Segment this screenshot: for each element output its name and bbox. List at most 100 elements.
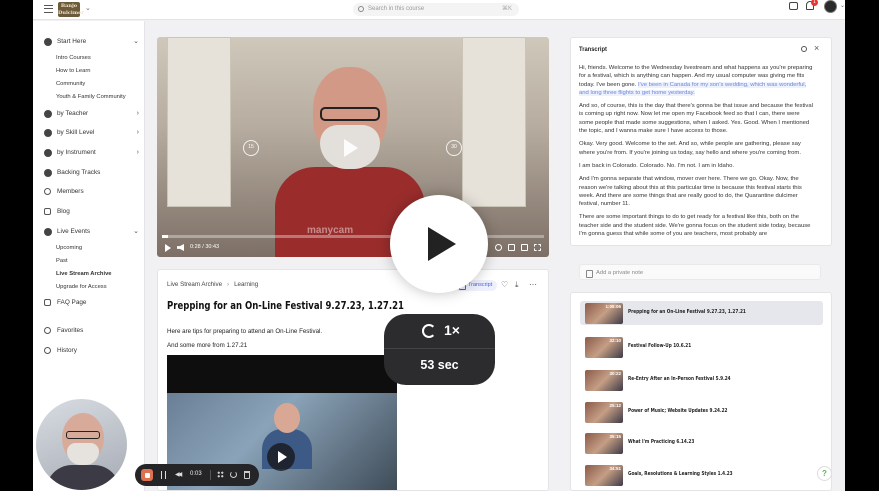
rewind-icon[interactable]: ◀◀ <box>175 471 182 478</box>
playlist-item[interactable]: 35:15 What I'm Practicing 6.14.23 <box>580 431 823 455</box>
help-button[interactable]: ? <box>817 466 832 481</box>
speed-control[interactable]: 1× <box>384 314 495 349</box>
search-placeholder: Search in this course <box>368 6 425 12</box>
sidebar-subitem[interactable]: Youth & Family Community <box>56 92 126 102</box>
playlist-item[interactable]: 30:22 Re-Entry After an In-Person Festiv… <box>580 368 823 392</box>
lesson-panel: Live Stream Archive › Learning Transcript … <box>157 269 549 491</box>
screen-edge <box>845 0 879 491</box>
transcript-body: Hi, friends. Welcome to the Wednesday li… <box>579 64 815 243</box>
grid-icon[interactable] <box>217 471 224 478</box>
recording-toolbar: ◀◀ 0:03 <box>135 464 259 486</box>
playlist-item[interactable]: 1:08:06 Prepping for an On-Line Festival… <box>580 301 823 325</box>
chevron-down-icon[interactable]: ⌄ <box>133 36 139 48</box>
course-icon <box>44 169 52 177</box>
sidebar-item-by-instrument[interactable]: by Instrument › <box>44 147 139 159</box>
sidebar-subitem[interactable]: Intro Courses <box>56 53 91 63</box>
search-input[interactable]: Search in this course ⌘K <box>353 3 519 16</box>
thumbnail: 35:15 <box>585 433 623 454</box>
transcript-paragraph: And so, of course, this is the day that … <box>579 103 813 135</box>
playlist-item[interactable]: 34:51 Goals, Resolutions & Learning Styl… <box>580 463 823 487</box>
sidebar-item-by-teacher[interactable]: by Teacher › <box>44 108 139 120</box>
breadcrumb: Live Stream Archive › Learning <box>167 281 258 288</box>
sidebar-item-history[interactable]: History <box>44 345 139 357</box>
sidebar-subitem[interactable]: Upcoming <box>56 243 82 253</box>
search-shortcut: ⌘K <box>501 6 512 12</box>
sidebar-item-faq[interactable]: FAQ Page <box>44 297 139 309</box>
history-icon <box>44 347 51 354</box>
search-icon[interactable] <box>801 46 807 52</box>
sidebar-subitem[interactable]: Community <box>56 79 85 89</box>
play-icon[interactable] <box>344 139 358 157</box>
course-icon <box>44 38 52 46</box>
sidebar-subitem[interactable]: How to Learn <box>56 66 90 76</box>
sidebar-item-members[interactable]: Members <box>44 186 139 198</box>
breadcrumb-item[interactable]: Learning <box>234 281 258 288</box>
sidebar-item-start-here[interactable]: Start Here ⌄ <box>44 36 139 48</box>
video-player[interactable]: 15 30 manycam 0:28 / 30:43 <box>157 37 549 257</box>
sidebar-item-blog[interactable]: Blog <box>44 206 139 218</box>
playlist-item[interactable]: 32:10 Festival Follow-Up 10.6.21 <box>580 335 823 359</box>
chevron-right-icon[interactable]: › <box>137 127 139 139</box>
lesson-title: Prepping for an On-Line Festival 9.27.23… <box>167 300 404 312</box>
background-door <box>462 37 526 207</box>
trash-icon[interactable] <box>244 471 250 479</box>
private-note-input[interactable]: Add a private note <box>579 264 821 280</box>
skip-back-icon[interactable]: 15 <box>243 140 259 156</box>
sidebar-item-by-skill[interactable]: by Skill Level › <box>44 127 139 139</box>
notification-badge: 1 <box>811 0 818 6</box>
chevron-down-icon[interactable]: ⌄ <box>133 226 139 238</box>
transcript-paragraph: There are some important things to do to… <box>579 214 811 238</box>
course-icon <box>44 228 52 236</box>
sidebar-subitem[interactable]: Upgrade for Access <box>56 282 107 292</box>
settings-icon[interactable] <box>495 244 502 251</box>
theater-icon[interactable] <box>521 244 528 251</box>
download-icon[interactable]: ⤓ <box>515 281 519 289</box>
chevron-right-icon[interactable]: › <box>137 108 139 120</box>
webcam-bubble[interactable] <box>35 398 128 491</box>
breadcrumb-item[interactable]: Live Stream Archive <box>167 281 222 288</box>
chevron-down-icon[interactable]: ⌄ <box>85 4 91 12</box>
heart-icon[interactable]: ♡ <box>501 281 508 289</box>
chat-icon[interactable] <box>789 2 798 10</box>
sidebar-item-live-events[interactable]: Live Events ⌄ <box>44 226 139 238</box>
video-progress-fill <box>162 235 168 238</box>
user-avatar[interactable] <box>824 0 837 13</box>
pause-icon[interactable] <box>161 471 166 479</box>
sidebar-subitem[interactable]: Past <box>56 256 68 266</box>
search-icon <box>358 6 364 12</box>
menu-icon[interactable] <box>44 5 53 13</box>
site-logo[interactable]: Banjo Dulcimer <box>58 2 84 17</box>
fullscreen-icon[interactable] <box>534 244 541 251</box>
speed-icon <box>422 324 436 338</box>
chevron-right-icon[interactable]: › <box>137 147 139 159</box>
course-icon <box>44 149 52 157</box>
thumbnail: 32:10 <box>585 337 623 358</box>
thumbnail: 30:22 <box>585 370 623 391</box>
video-controls: 0:28 / 30:43 <box>157 240 549 257</box>
playlist: 1:08:06 Prepping for an On-Line Festival… <box>570 292 832 491</box>
sidebar-item-backing-tracks[interactable]: Backing Tracks <box>44 167 139 179</box>
thumbnail: 1:08:06 <box>585 303 623 324</box>
sidebar-item-favorites[interactable]: Favorites <box>44 325 139 337</box>
transcript-panel: Transcript × Hi, friends. Welcome to the… <box>570 37 832 246</box>
play-icon[interactable] <box>267 443 295 471</box>
playback-overlay: 1× 53 sec <box>384 314 495 385</box>
volume-icon[interactable] <box>177 244 184 251</box>
transcript-paragraph: I am back in Colorado. Colorado. No. I'm… <box>579 162 735 169</box>
pip-icon[interactable] <box>508 244 515 251</box>
lesson-text: And some more from 1.27.21 <box>167 342 248 349</box>
divider <box>210 470 211 480</box>
more-icon[interactable]: ⋯ <box>529 281 537 289</box>
sidebar-subitem-active[interactable]: Live Stream Archive <box>56 269 112 279</box>
stop-recording-button[interactable] <box>141 469 153 481</box>
lesson-text: Here are tips for preparing to attend an… <box>167 328 323 335</box>
recording-time: 0:03 <box>190 471 202 477</box>
playlist-item[interactable]: 25:12 Power of Music; Website Updates 9.… <box>580 400 823 424</box>
close-icon[interactable]: × <box>814 43 819 53</box>
restart-icon[interactable] <box>230 471 237 478</box>
external-link-icon <box>44 208 51 215</box>
course-icon <box>44 129 52 137</box>
overlay-play-button[interactable] <box>390 195 488 293</box>
skip-forward-icon[interactable]: 30 <box>446 140 462 156</box>
play-icon[interactable] <box>165 244 171 252</box>
